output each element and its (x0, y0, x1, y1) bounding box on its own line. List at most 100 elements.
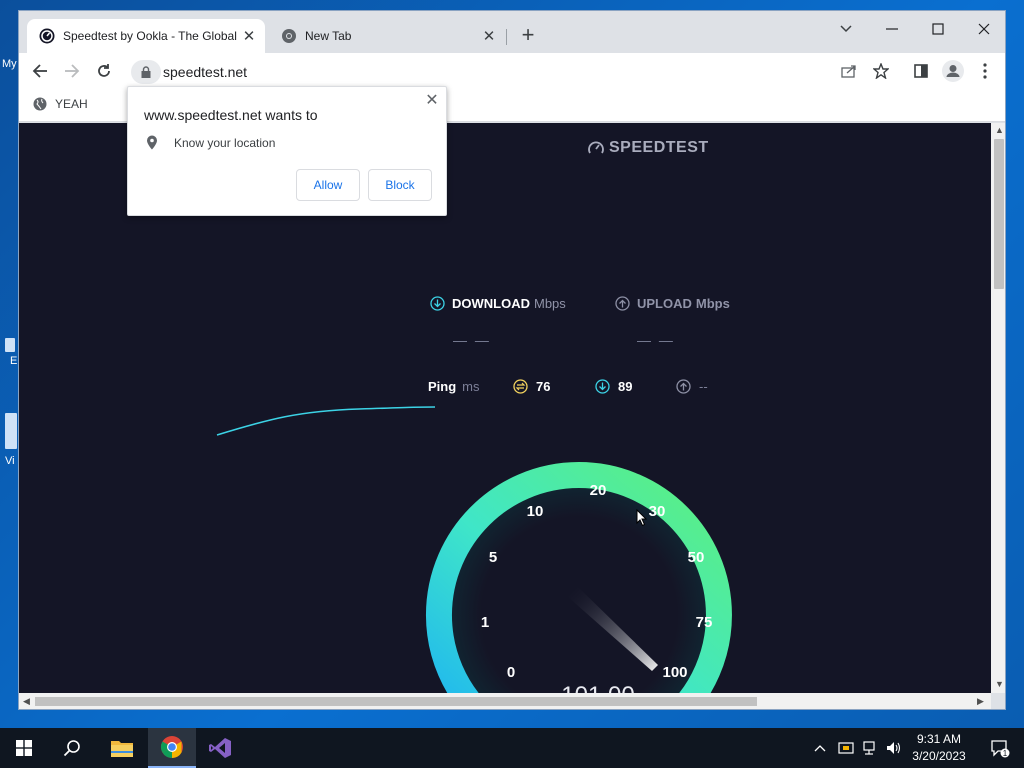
gauge-tick-label: 5 (489, 549, 497, 566)
visual-studio-button[interactable] (196, 728, 244, 768)
upload-value: — — (637, 332, 675, 348)
new-tab-button[interactable]: + (515, 23, 541, 49)
desktop-label-vi[interactable]: Vi (5, 455, 15, 467)
network-icon[interactable] (862, 740, 878, 756)
speed-gauge: 0 1 5 10 20 30 50 75 100 101.00 (425, 462, 732, 693)
horizontal-scrollbar[interactable]: ◀ ▶ (19, 693, 991, 709)
forward-button[interactable] (59, 58, 85, 84)
reload-icon (98, 64, 110, 77)
menu-button[interactable] (972, 58, 998, 84)
gauge-tick-label: 1 (481, 614, 489, 631)
speedtest-favicon-icon (39, 28, 55, 44)
block-button[interactable]: Block (368, 169, 432, 201)
chrome-taskbar-button[interactable] (148, 728, 196, 768)
ping-label-group: Ping ms (428, 379, 480, 394)
gauge-reading: 101.00 (561, 682, 634, 693)
permission-item: Know your location (146, 135, 275, 150)
gauge-tick-label: 30 (649, 503, 666, 520)
notifications-button[interactable]: 1 (976, 728, 1024, 768)
site-info-button[interactable] (131, 60, 161, 84)
system-status-icon[interactable] (838, 740, 854, 756)
download-value: — — (453, 332, 491, 348)
arrow-left-icon (32, 64, 47, 78)
minimize-button[interactable] (869, 15, 915, 43)
location-pin-icon (147, 135, 157, 150)
upload-arrow-icon (676, 379, 691, 394)
tab-new-tab[interactable]: New Tab ✕ (269, 19, 505, 53)
tab-search-button[interactable] (823, 15, 869, 43)
ping-upload-value: -- (699, 379, 708, 394)
desktop-label-e[interactable]: E (10, 355, 17, 367)
gauge-tick-label: 0 (507, 664, 515, 681)
close-window-button[interactable] (961, 15, 1005, 43)
back-button[interactable] (27, 58, 53, 84)
bookmark-item[interactable]: YEAH (33, 97, 88, 111)
popup-title: www.speedtest.net wants to (144, 107, 318, 123)
mouse-cursor-icon (636, 509, 648, 527)
upload-header: UPLOAD Mbps (615, 296, 730, 311)
close-tab-icon[interactable]: ✕ (479, 27, 499, 45)
allow-button[interactable]: Allow (296, 169, 360, 201)
vertical-scrollbar[interactable]: ▲ ▼ (991, 123, 1005, 693)
url-text[interactable]: speedtest.net (163, 64, 247, 80)
start-button[interactable] (0, 728, 48, 768)
chrome-favicon-icon (282, 29, 296, 43)
permission-popup: www.speedtest.net wants to ✕ Know your l… (127, 86, 447, 216)
tab-title: Speedtest by Ookla - The Global (63, 29, 237, 43)
bookmark-label: YEAH (55, 97, 88, 111)
side-panel-button[interactable] (908, 58, 934, 84)
browser-toolbar: speedtest.net (19, 53, 1005, 89)
scroll-left-arrow[interactable]: ◀ (23, 696, 30, 707)
permission-item-label: Know your location (174, 135, 276, 150)
scroll-up-arrow[interactable]: ▲ (995, 125, 1004, 135)
upload-label: UPLOAD (637, 296, 692, 311)
speedometer-icon (588, 141, 604, 154)
start-icon (16, 740, 32, 756)
gauge-tick-label: 75 (696, 614, 713, 631)
more-vert-icon (983, 63, 987, 79)
clock[interactable]: 9:31 AM 3/20/2023 (898, 731, 980, 765)
upload-unit: Mbps (695, 296, 730, 311)
file-explorer-button[interactable] (98, 728, 146, 768)
bookmark-star-button[interactable] (868, 58, 894, 84)
scroll-down-arrow[interactable]: ▼ (995, 679, 1004, 689)
desktop-icon[interactable] (5, 338, 15, 352)
share-icon (841, 65, 856, 78)
desktop-icon[interactable] (5, 413, 17, 449)
address-bar[interactable]: speedtest.net (129, 59, 921, 85)
ping-idle-value: 76 (536, 379, 551, 394)
profile-button[interactable] (940, 58, 966, 84)
latency-idle-icon (513, 379, 528, 394)
tab-title: New Tab (305, 29, 352, 43)
visual-studio-icon (209, 738, 231, 758)
chevron-up-icon[interactable] (814, 744, 826, 752)
gauge-tick-label: 50 (688, 549, 705, 566)
vertical-scroll-thumb[interactable] (994, 139, 1004, 289)
system-tray (814, 728, 902, 768)
ping-download-value: 89 (618, 379, 633, 394)
download-unit: Mbps (534, 296, 566, 311)
scroll-right-arrow[interactable]: ▶ (977, 696, 984, 707)
search-button[interactable] (48, 728, 96, 768)
star-icon (873, 63, 889, 79)
tab-speedtest[interactable]: Speedtest by Ookla - The Global ✕ (27, 19, 265, 53)
chrome-icon (161, 736, 183, 758)
ping-download: 89 (595, 379, 632, 394)
maximize-button[interactable] (915, 15, 961, 43)
speedtest-logo[interactable]: SPEEDTEST (587, 139, 709, 157)
speed-graph-line (216, 406, 436, 436)
share-button[interactable] (836, 58, 862, 84)
notification-icon: 1 (991, 740, 1010, 758)
file-explorer-icon (111, 741, 133, 757)
chevron-down-icon (840, 25, 852, 33)
clock-date: 3/20/2023 (912, 749, 966, 763)
popup-close-button[interactable]: ✕ (422, 91, 442, 111)
reload-button[interactable] (91, 58, 117, 84)
gauge-tick-label: 20 (590, 482, 607, 499)
desktop-label-my[interactable]: My (2, 58, 17, 70)
download-header: DOWNLOAD Mbps (430, 296, 566, 311)
horizontal-scroll-thumb[interactable] (35, 697, 757, 706)
ping-unit: ms (462, 379, 480, 394)
close-tab-icon[interactable]: ✕ (239, 27, 259, 45)
close-icon (978, 23, 990, 35)
